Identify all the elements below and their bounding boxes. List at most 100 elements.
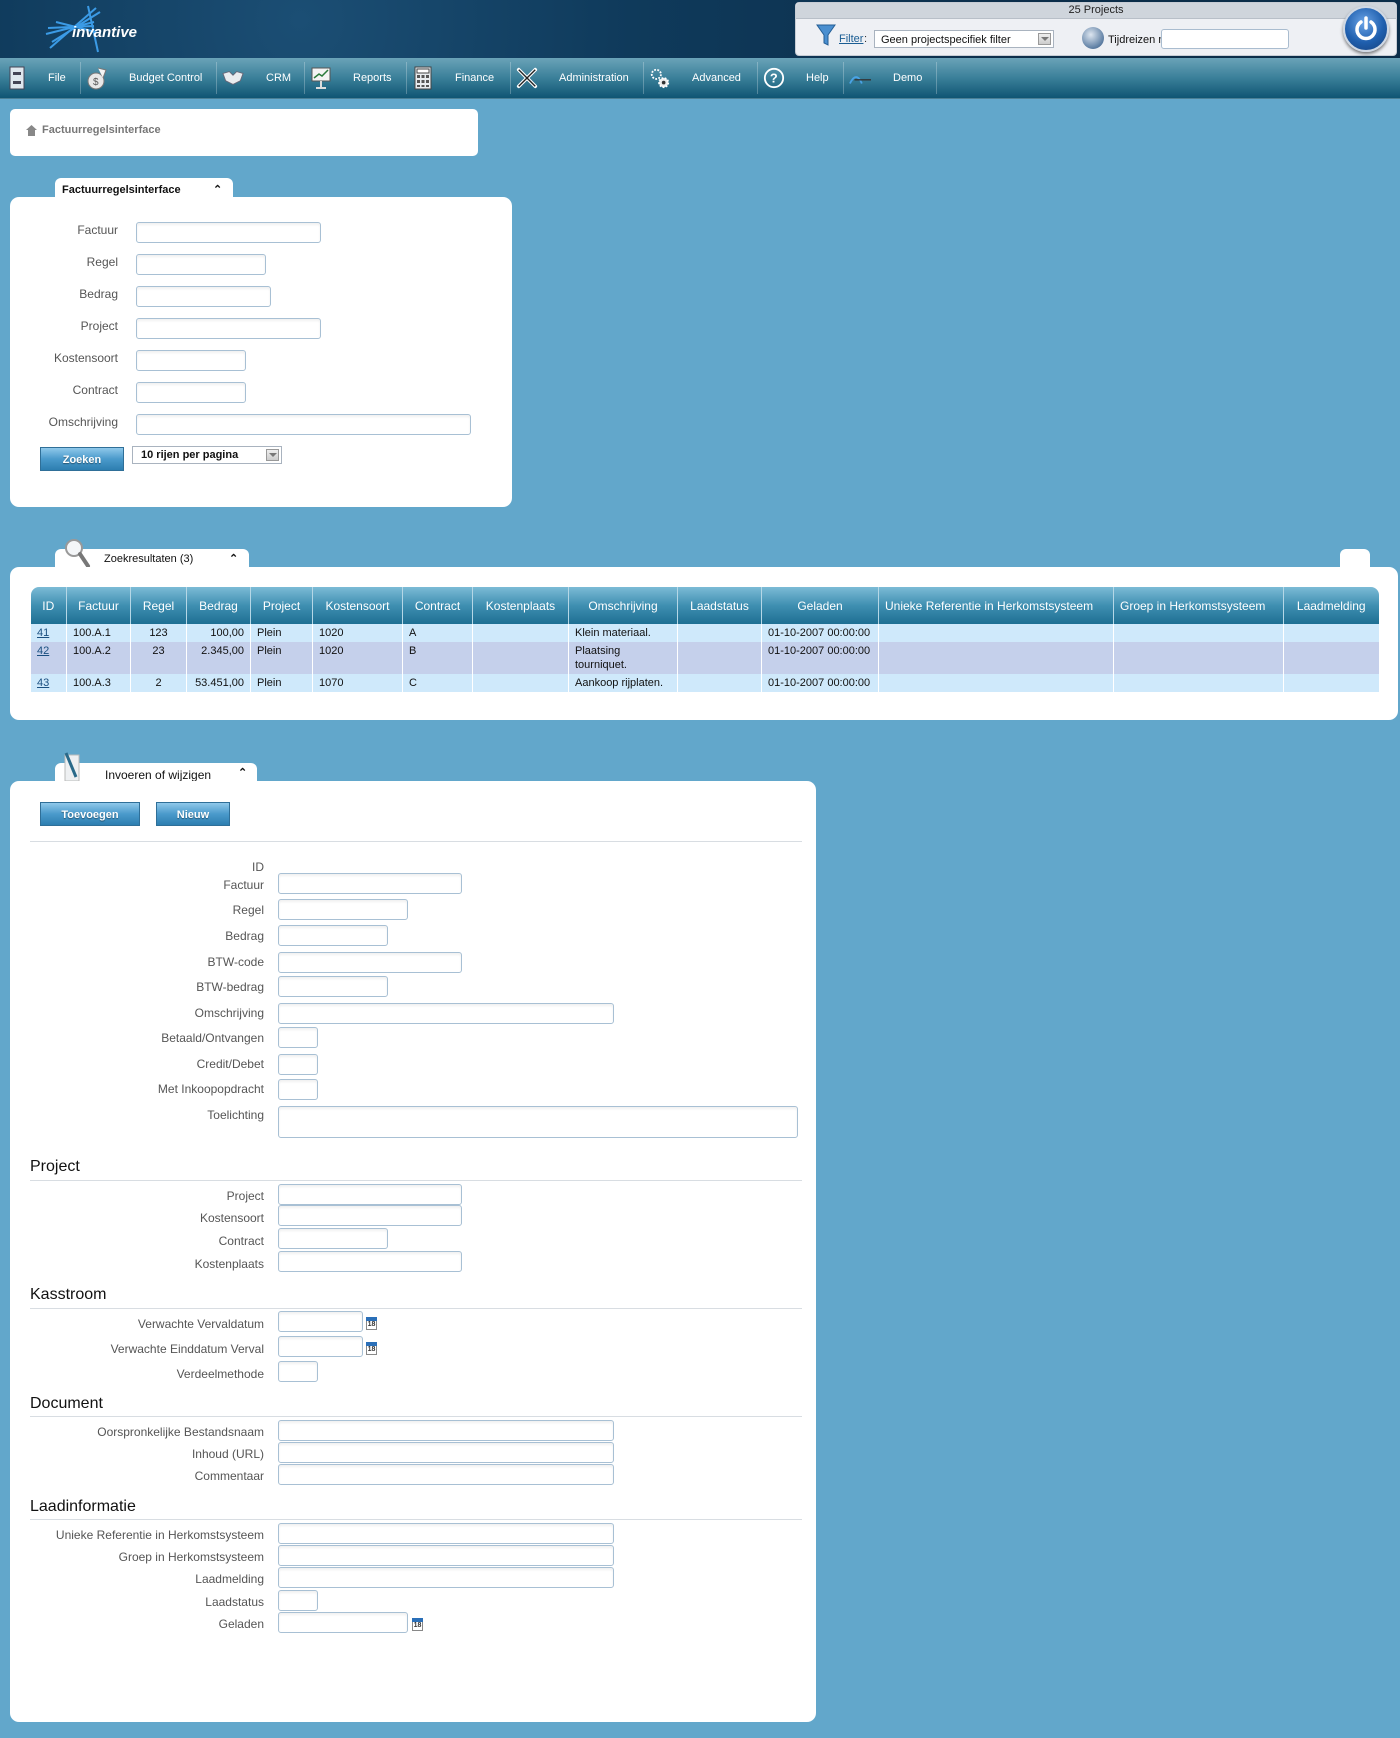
row-id-link[interactable]: 41	[37, 627, 49, 639]
edit-btw-code-input[interactable]	[278, 952, 462, 973]
search-factuur-input[interactable]	[136, 222, 321, 243]
calendar-icon[interactable]: 18	[366, 1317, 377, 1330]
collapse-up-icon[interactable]: ⌃	[213, 183, 222, 196]
search-project-input[interactable]	[136, 318, 321, 339]
edit-bedrag-input[interactable]	[278, 925, 388, 946]
edit-label-groep: Groep in Herkomstsysteem	[118, 1550, 264, 1564]
edit-factuur-input[interactable]	[278, 873, 462, 894]
column-header-geladen[interactable]: Geladen	[761, 587, 879, 624]
menu-advanced[interactable]: Advanced	[692, 58, 741, 98]
cell-contract: C	[402, 674, 473, 692]
edit-commentaar-input[interactable]	[278, 1464, 614, 1485]
edit-verwachte-einddatum-verval-input[interactable]	[278, 1336, 363, 1357]
edit-credit-debet-input[interactable]	[278, 1054, 318, 1075]
new-button[interactable]: Nieuw	[156, 802, 230, 826]
filter-funnel-icon	[816, 24, 836, 46]
cell-bedrag: 53.451,00	[186, 674, 251, 692]
demo-logo-icon	[849, 66, 871, 90]
edit-omschrijving-input[interactable]	[278, 1003, 614, 1024]
column-header-bedrag[interactable]: Bedrag	[186, 587, 251, 624]
edit-betaald-ontvangen-input[interactable]	[278, 1027, 318, 1048]
edit-label-regel: Regel	[232, 903, 264, 917]
chevron-down-icon[interactable]	[266, 449, 279, 461]
home-icon[interactable]	[26, 125, 37, 136]
edit-label-met-inkoopopdracht: Met Inkoopopdracht	[157, 1082, 264, 1096]
menu-administration[interactable]: Administration	[559, 58, 629, 98]
menu-reports[interactable]: Reports	[353, 58, 392, 98]
cell-laadmelding	[1283, 674, 1379, 692]
search-label-project: Project	[80, 319, 118, 333]
filter-link[interactable]: Filter	[839, 33, 863, 45]
search-omschrijving-input[interactable]	[136, 414, 471, 435]
menu-help[interactable]: Help	[806, 58, 829, 98]
column-header-id[interactable]: ID	[30, 587, 67, 624]
edit-oorspronkelijke-bestandsnaam-input[interactable]	[278, 1420, 614, 1441]
search-button[interactable]: Zoeken	[40, 447, 124, 471]
search-panel: Factuur Regel Bedrag Project Kostensoort…	[10, 197, 512, 507]
collapse-up-icon[interactable]: ⌃	[238, 766, 247, 779]
menu-label: Budget Control	[129, 72, 203, 84]
edit-kostenplaats-input[interactable]	[278, 1251, 462, 1272]
edit-inhoud-url-input[interactable]	[278, 1442, 614, 1463]
row-id-link[interactable]: 42	[37, 645, 49, 657]
edit-met-inkoopopdracht-input[interactable]	[278, 1079, 318, 1100]
calendar-icon[interactable]: 18	[412, 1618, 423, 1631]
menu-label: File	[48, 72, 66, 84]
results-panel-right-tab	[1340, 549, 1370, 569]
edit-groep-input[interactable]	[278, 1545, 614, 1566]
column-header-project[interactable]: Project	[250, 587, 313, 624]
column-header-omschrijving[interactable]: Omschrijving	[568, 587, 678, 624]
column-header-regel[interactable]: Regel	[130, 587, 187, 624]
column-header-kostenplaats[interactable]: Kostenplaats	[472, 587, 569, 624]
menu-label: Finance	[455, 72, 495, 84]
results-panel-tab[interactable]: Zoekresultaten (3) ⌃	[55, 539, 249, 569]
chevron-down-icon[interactable]	[1038, 33, 1051, 45]
project-filter-select[interactable]: Geen projectspecifiek filter	[874, 30, 1054, 48]
column-header-factuur[interactable]: Factuur	[66, 587, 131, 624]
edit-panel-tab[interactable]: Invoeren of wijzigen ⌃	[55, 752, 257, 783]
edit-label-verwachte-einddatum-verval: Verwachte Einddatum Verval	[110, 1342, 264, 1356]
edit-verdeelmethode-input[interactable]	[278, 1361, 318, 1382]
time-travel-input[interactable]	[1161, 29, 1289, 49]
calendar-icon[interactable]: 18	[366, 1342, 377, 1355]
search-contract-input[interactable]	[136, 382, 246, 403]
table-row[interactable]: 42 100.A.2 23 2.345,00 Plein 1020 B Plaa…	[30, 642, 1379, 674]
edit-project-input[interactable]	[278, 1184, 462, 1205]
logout-power-button[interactable]	[1343, 6, 1389, 52]
edit-verwachte-vervaldatum-input[interactable]	[278, 1311, 363, 1332]
column-header-laadmelding[interactable]: Laadmelding	[1283, 587, 1379, 624]
rows-per-page-value: 10 rijen per pagina	[141, 449, 239, 461]
column-header-groep[interactable]: Groep in Herkomstsysteem	[1113, 587, 1284, 624]
menu-crm[interactable]: CRM	[266, 58, 291, 98]
edit-contract-input[interactable]	[278, 1228, 388, 1249]
menu-demo[interactable]: Demo	[893, 58, 922, 98]
edit-laadmelding-input[interactable]	[278, 1567, 614, 1588]
search-kostensoort-input[interactable]	[136, 350, 246, 371]
rows-per-page-select[interactable]: 10 rijen per pagina	[132, 446, 282, 464]
column-header-unieke-referentie[interactable]: Unieke Referentie in Herkomstsysteem	[878, 587, 1114, 624]
add-button[interactable]: Toevoegen	[40, 802, 140, 826]
edit-regel-input[interactable]	[278, 899, 408, 920]
edit-toelichting-textarea[interactable]	[278, 1106, 798, 1138]
edit-laadstatus-input[interactable]	[278, 1590, 318, 1611]
menu-budget-control[interactable]: Budget Control	[129, 58, 202, 98]
edit-label-btw-bedrag: BTW-bedrag	[196, 980, 264, 994]
edit-btw-bedrag-input[interactable]	[278, 976, 388, 997]
edit-geladen-input[interactable]	[278, 1612, 408, 1633]
column-header-laadstatus[interactable]: Laadstatus	[677, 587, 762, 624]
search-regel-input[interactable]	[136, 254, 266, 275]
cell-bedrag: 100,00	[186, 624, 251, 642]
table-row[interactable]: 43 100.A.3 2 53.451,00 Plein 1070 C Aank…	[30, 674, 1379, 692]
table-row[interactable]: 41 100.A.1 123 100,00 Plein 1020 A Klein…	[30, 624, 1379, 642]
row-id-link[interactable]: 43	[37, 677, 49, 689]
column-header-kostensoort[interactable]: Kostensoort	[312, 587, 403, 624]
column-header-contract[interactable]: Contract	[402, 587, 473, 624]
search-bedrag-input[interactable]	[136, 286, 271, 307]
edit-kostensoort-input[interactable]	[278, 1205, 462, 1226]
collapse-up-icon[interactable]: ⌃	[229, 552, 238, 565]
tools-icon	[516, 66, 538, 90]
menu-finance[interactable]: Finance	[455, 58, 494, 98]
edit-unieke-referentie-input[interactable]	[278, 1523, 614, 1544]
cell-laadmelding	[1283, 642, 1379, 674]
menu-file[interactable]: File	[48, 58, 66, 98]
